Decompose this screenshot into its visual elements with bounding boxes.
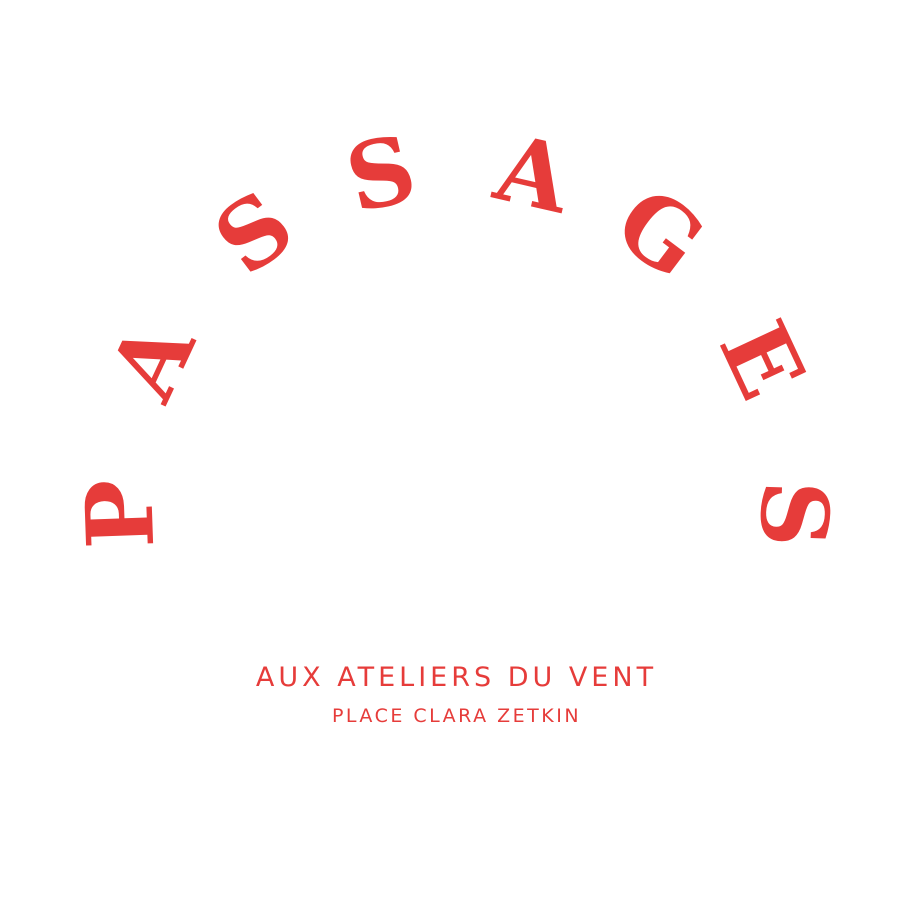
wordmark-letter: S bbox=[195, 169, 314, 296]
wordmark-letter: E bbox=[698, 304, 827, 415]
venue-name: AUX ATELIERS DU VENT bbox=[255, 662, 658, 693]
wordmark-letter: G bbox=[595, 166, 724, 300]
wordmark-letter: S bbox=[738, 478, 849, 549]
venue-address: PLACE CLARA ZETKIN bbox=[331, 705, 582, 727]
wordmark-letter: S bbox=[336, 113, 426, 234]
wordmark-letter: P bbox=[65, 477, 176, 551]
wordmark-letter: A bbox=[485, 112, 580, 235]
wordmark-letter: A bbox=[87, 304, 216, 415]
passages-logo: PASSAGES AUX ATELIERS DU VENT PLACE CLAR… bbox=[0, 0, 913, 913]
